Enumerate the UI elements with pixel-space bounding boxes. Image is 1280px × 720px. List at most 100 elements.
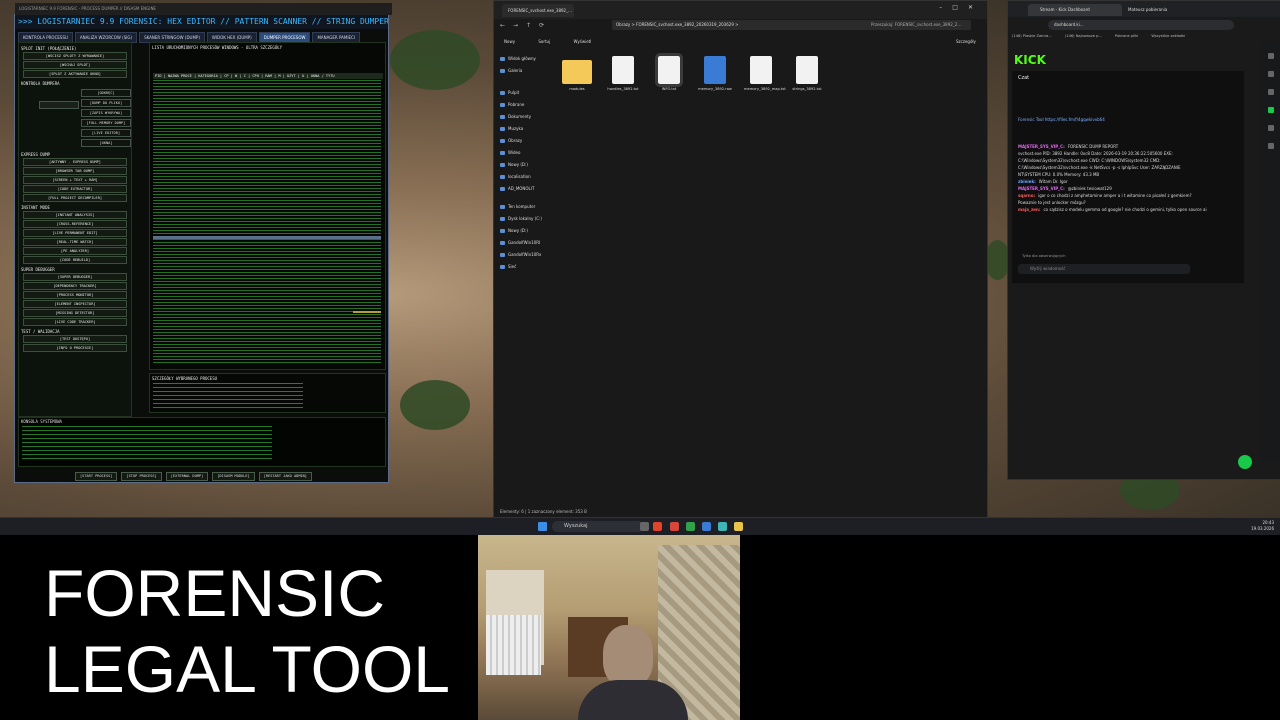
sidebar-icon[interactable]	[1268, 125, 1274, 131]
kick-action-button[interactable]	[1238, 455, 1252, 469]
chat-username[interactable]: maja_zen:	[1018, 207, 1040, 212]
explorer-tab[interactable]: FORENSIC_svchost.exe_3892_...	[502, 4, 574, 17]
nav-item[interactable]: Dysk lokalny (C:)	[498, 213, 553, 225]
sidebar-button[interactable]: [BROWSER TAB DUMP]	[23, 167, 127, 175]
nav-item[interactable]: Obrazy	[498, 135, 553, 147]
sidebar-button[interactable]: [SPLOT Z AKTYWANIE OKNO]	[23, 70, 127, 78]
pinned-message[interactable]: Forensic Tool https://files.fm/f/4gqwkiv…	[1018, 117, 1105, 122]
app-icon[interactable]	[670, 522, 679, 531]
sidebar-button[interactable]: [INFO O PROCESIE]	[23, 344, 127, 352]
browser-right-sidebar	[1261, 41, 1280, 461]
sidebar-icon[interactable]	[1268, 107, 1274, 113]
nav-item[interactable]: Sieć	[498, 261, 553, 273]
nav-item[interactable]: Ten komputer	[498, 201, 553, 213]
file-item[interactable]: memory_3892.raw	[698, 56, 732, 91]
app-icon[interactable]	[702, 522, 711, 531]
sidebar-button[interactable]: [LIVE EDITOR]	[81, 129, 131, 137]
start-icon[interactable]	[538, 522, 547, 531]
file-item[interactable]: memory_3892_map.txt	[744, 56, 786, 91]
sidebar-button[interactable]: [AKTYWNY - EXPRESS DUMP]	[23, 158, 127, 166]
sidebar-button[interactable]: [FULL PROJECT DECOMPILER]	[23, 194, 127, 202]
file-item[interactable]: modules	[560, 56, 594, 91]
nav-item[interactable]: GandolfWin10Rx	[498, 249, 553, 261]
sidebar-button[interactable]: [MISSING DETECTOR]	[23, 309, 127, 317]
sidebar-icon[interactable]	[1268, 53, 1274, 59]
sidebar-button[interactable]: [ELEMENT INSPECTOR]	[23, 300, 127, 308]
sidebar-button[interactable]: [ODKRĘĆ]	[81, 89, 131, 97]
sidebar-icon[interactable]	[1268, 71, 1274, 77]
folder-icon[interactable]	[734, 522, 743, 531]
webcam-radiator	[486, 615, 541, 675]
sidebar-button[interactable]: [CODE REBUILD]	[23, 256, 127, 264]
address-bar[interactable]: Obrazy > FORENSIC_svchost.exe_3892_20260…	[612, 20, 868, 30]
sidebar-icon[interactable]	[1268, 89, 1274, 95]
sidebar-button[interactable]: [REAL-TIME WATCH]	[23, 238, 127, 246]
explorer-nav-buttons[interactable]: ←→↑⟳	[500, 22, 552, 29]
new-button[interactable]: Nowy	[504, 39, 515, 44]
sidebar-button[interactable]: [LIVE PERMANENT EDIT]	[23, 229, 127, 237]
browser-tab[interactable]: Stream - Kick Dashboard	[1028, 4, 1122, 16]
restart-admin-button[interactable]: [RESTART JAKO ADMIN]	[258, 472, 312, 481]
process-list-rows[interactable]	[153, 80, 381, 364]
sidebar-button[interactable]: [PE ANALYZER]	[23, 247, 127, 255]
nav-item[interactable]: GandolfWin10RI	[498, 237, 553, 249]
bookmark-item[interactable]: (146) Najnowsze p...	[1065, 34, 1102, 38]
chat-username[interactable]: zbiniek:	[1018, 179, 1036, 184]
bookmark-item[interactable]: Wszystkie zakładki	[1151, 34, 1185, 38]
sidebar-icon[interactable]	[1268, 143, 1274, 149]
url-bar[interactable]: dashboard.ki...	[1048, 20, 1234, 30]
sidebar-button[interactable]: [WSCISZ SPLOTY Z WYRAWANIE]	[23, 52, 127, 60]
nav-item[interactable]: localisation	[498, 171, 553, 183]
start-process-button[interactable]: [START PROCESS]	[75, 472, 118, 481]
view-button[interactable]: Wyświetl	[574, 39, 592, 44]
sidebar-button[interactable]: [SUPER DEBUGGER]	[23, 273, 127, 281]
window-controls[interactable]: –□✕	[939, 4, 983, 11]
sidebar-button[interactable]: [SCREEN + TEXT + RAM]	[23, 176, 127, 184]
file-item[interactable]: handles_3892.txt	[606, 56, 640, 91]
selected-process-row[interactable]	[153, 236, 381, 239]
nav-item[interactable]: Pobrane	[498, 99, 553, 111]
explorer-search-input[interactable]: Przeszukaj: FORENSIC_svchost.exe_3892_2.…	[867, 20, 971, 30]
sidebar-button[interactable]: [INSTANT ANALYSIS]	[23, 211, 127, 219]
sidebar-button[interactable]: [OKNA]	[81, 139, 131, 147]
details-button[interactable]: Szczegóły	[956, 39, 976, 44]
sort-button[interactable]: Sortuj	[538, 39, 550, 44]
browser-tab[interactable]: Mateusz pobierania	[1116, 4, 1198, 16]
sidebar-button[interactable]: [TEST DOSTĘPU]	[23, 335, 127, 343]
file-item[interactable]: INFO.txt	[652, 53, 686, 91]
sidebar-button[interactable]: [DUMP DO PLIKU]	[81, 99, 131, 107]
sidebar-button[interactable]: [DEPENDENCY TRACKER]	[23, 282, 127, 290]
sidebar-button[interactable]: [CODE EXTRACTOR]	[23, 185, 127, 193]
nav-item[interactable]: AD_MONOLIT	[498, 183, 553, 195]
nav-item[interactable]: Galeria	[498, 65, 553, 77]
nav-item[interactable]: Wideo	[498, 147, 553, 159]
sidebar-button[interactable]: [WSCHAJ SPLOT]	[23, 61, 127, 69]
nav-item[interactable]: Nowy (D:)	[498, 225, 553, 237]
chat-username[interactable]: MAJSTER_SYS_VIP_C:	[1018, 186, 1065, 191]
nav-item[interactable]: Nowy (D:)	[498, 159, 553, 171]
stop-process-button[interactable]: [STOP PROCESS]	[121, 472, 162, 481]
pid-input[interactable]	[39, 101, 79, 109]
nav-item[interactable]: Pulpit	[498, 87, 553, 99]
chat-username[interactable]: MAJSTER_SYS_VIP_C:	[1018, 144, 1065, 149]
bookmark-item[interactable]: (146) Plaskie Zamra...	[1012, 34, 1052, 38]
sidebar-button[interactable]: [LIVE CODE TRACKER]	[23, 318, 127, 326]
app-icon[interactable]	[653, 522, 662, 531]
sidebar-button[interactable]: [FULL MEMORY DUMP]	[81, 119, 131, 127]
taskbar-search[interactable]: Wyszukaj	[552, 521, 644, 532]
nav-item[interactable]: Dokumenty	[498, 111, 553, 123]
chat-username[interactable]: sqarno:	[1018, 193, 1035, 198]
nav-item[interactable]: Widok główny	[498, 53, 553, 65]
external-dump-button[interactable]: [EXTERNAL DUMP]	[165, 472, 209, 481]
taskview-icon[interactable]	[640, 522, 649, 531]
chat-input[interactable]: Wyślij wiadomość	[1018, 264, 1190, 274]
disasm-module-button[interactable]: [DISASM MODULE]	[212, 472, 255, 481]
nav-item[interactable]: Muzyka	[498, 123, 553, 135]
sidebar-button[interactable]: [CROSS-REFERENCE]	[23, 220, 127, 228]
bookmark-item[interactable]: Pobrane pliki	[1115, 34, 1138, 38]
app-icon[interactable]	[718, 522, 727, 531]
sidebar-button[interactable]: [ZAPIS WYKRYWA]	[81, 109, 131, 117]
sidebar-button[interactable]: [PROCESS MONITOR]	[23, 291, 127, 299]
app-icon[interactable]	[686, 522, 695, 531]
file-item[interactable]: strings_3892.txt	[790, 56, 824, 91]
